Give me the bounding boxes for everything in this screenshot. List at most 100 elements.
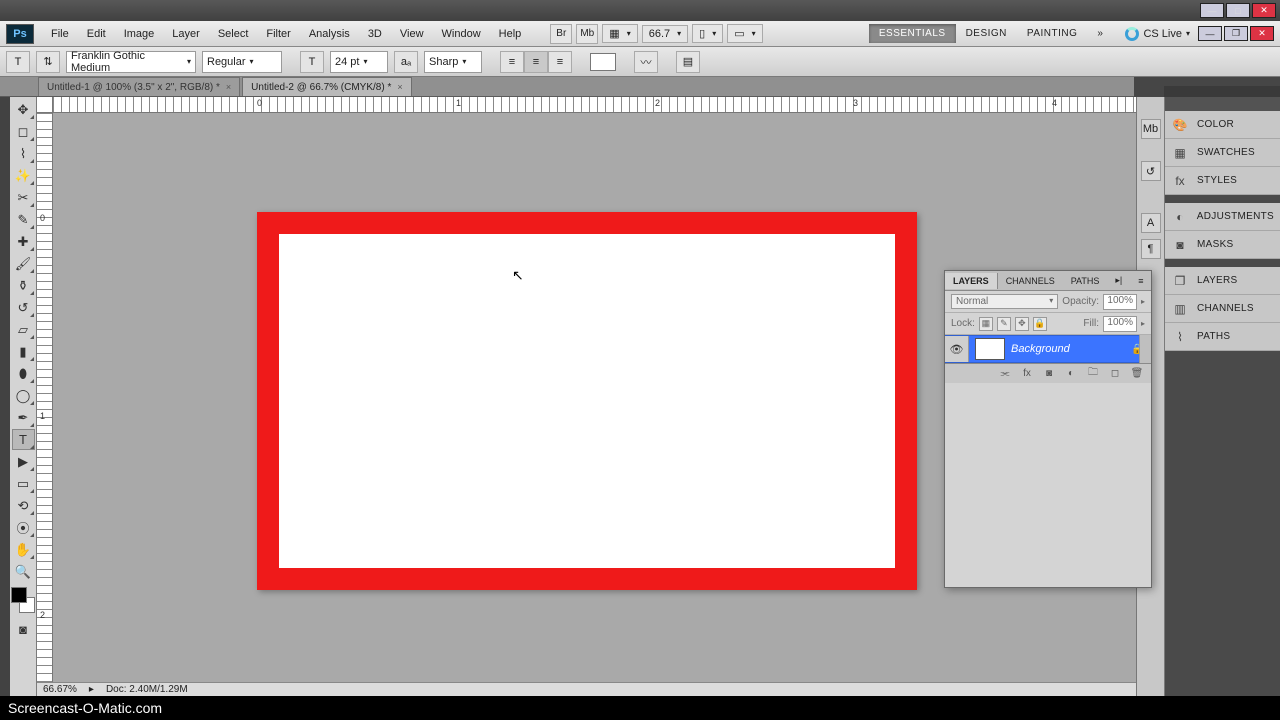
link-layers-icon[interactable]: ⫘: [997, 367, 1013, 381]
tab-paths[interactable]: PATHS: [1063, 273, 1108, 289]
minibridge-chip-icon[interactable]: Mb: [1141, 119, 1161, 139]
close-tab-icon[interactable]: ×: [397, 82, 402, 92]
panel-adjustments[interactable]: ◐ADJUSTMENTS: [1165, 203, 1280, 231]
text-orientation-icon[interactable]: ⇅: [36, 51, 60, 73]
dodge-tool-icon[interactable]: ◯: [12, 385, 35, 406]
document-tab-1[interactable]: Untitled-1 @ 100% (3.5" x 2", RGB/8) *×: [38, 77, 240, 96]
group-icon[interactable]: 🗀: [1085, 367, 1101, 381]
quick-select-tool-icon[interactable]: ✨: [12, 165, 35, 186]
align-right-icon[interactable]: ≡: [548, 51, 572, 73]
workspace-essentials[interactable]: ESSENTIALS: [869, 24, 956, 43]
layer-name[interactable]: Background: [1011, 343, 1131, 355]
lock-position-icon[interactable]: ✥: [1015, 317, 1029, 331]
screen-mode-dropdown[interactable]: ▭: [727, 24, 762, 43]
hand-tool-icon[interactable]: ✋: [12, 539, 35, 560]
visibility-toggle-icon[interactable]: 👁: [945, 336, 969, 362]
menu-filter[interactable]: Filter: [257, 24, 299, 44]
marquee-tool-icon[interactable]: ◻: [12, 121, 35, 142]
menu-help[interactable]: Help: [490, 24, 531, 44]
vertical-ruler[interactable]: 0 1 2: [37, 113, 53, 682]
doc-close-button[interactable]: ✕: [1250, 26, 1274, 41]
paragraph-chip-icon[interactable]: ¶: [1141, 239, 1161, 259]
3d-camera-tool-icon[interactable]: ⦿: [12, 517, 35, 538]
fx-icon[interactable]: fx: [1019, 367, 1035, 381]
collapse-icon[interactable]: ▸|: [1107, 272, 1130, 289]
font-family-dropdown[interactable]: Franklin Gothic Medium: [66, 51, 196, 73]
stamp-tool-icon[interactable]: ⚱: [12, 275, 35, 296]
layers-scrollbar[interactable]: [1139, 335, 1151, 363]
history-chip-icon[interactable]: ↺: [1141, 161, 1161, 181]
lock-all-icon[interactable]: 🔒: [1033, 317, 1047, 331]
menu-window[interactable]: Window: [433, 24, 490, 44]
horizontal-ruler[interactable]: 0 1 2 3 4: [53, 97, 1136, 113]
character-panel-icon[interactable]: ▤: [676, 51, 700, 73]
doc-restore-button[interactable]: ❐: [1224, 26, 1248, 41]
align-center-icon[interactable]: ≡: [524, 51, 548, 73]
fill-field[interactable]: 100%: [1103, 316, 1137, 332]
brush-tool-icon[interactable]: 🖌: [12, 253, 35, 274]
menu-file[interactable]: File: [42, 24, 78, 44]
panel-paths[interactable]: ⌇PATHS: [1165, 323, 1280, 351]
arrange-documents-dropdown[interactable]: ▯: [692, 24, 723, 43]
zoom-tool-icon[interactable]: 🔍: [12, 561, 35, 582]
type-tool-icon[interactable]: T: [12, 429, 35, 450]
align-left-icon[interactable]: ≡: [500, 51, 524, 73]
launch-minibridge-icon[interactable]: Mb: [576, 24, 598, 44]
layer-row[interactable]: 👁 Background 🔒: [945, 335, 1151, 363]
doc-minimize-button[interactable]: —: [1198, 26, 1222, 41]
menu-3d[interactable]: 3D: [359, 24, 391, 44]
move-tool-icon[interactable]: ✥: [12, 99, 35, 120]
window-close-button[interactable]: ✕: [1252, 3, 1276, 18]
panel-channels[interactable]: ▥CHANNELS: [1165, 295, 1280, 323]
blur-tool-icon[interactable]: ⬮: [12, 363, 35, 384]
zoom-level-dropdown[interactable]: 66.7: [642, 25, 688, 43]
menu-select[interactable]: Select: [209, 24, 258, 44]
ruler-corner[interactable]: [37, 97, 53, 113]
menu-view[interactable]: View: [391, 24, 433, 44]
workspace-more-icon[interactable]: »: [1087, 24, 1113, 43]
canvas[interactable]: [257, 212, 917, 590]
document-tab-2[interactable]: Untitled-2 @ 66.7% (CMYK/8) *×: [242, 77, 411, 96]
delete-layer-icon[interactable]: 🗑: [1129, 367, 1145, 381]
eraser-tool-icon[interactable]: ▱: [12, 319, 35, 340]
warp-text-icon[interactable]: 〰: [634, 51, 658, 73]
layer-thumbnail[interactable]: [975, 338, 1005, 360]
dock-grip[interactable]: [1165, 97, 1280, 111]
app-logo-icon[interactable]: Ps: [6, 24, 34, 44]
pen-tool-icon[interactable]: ✒: [12, 407, 35, 428]
lasso-tool-icon[interactable]: ⌇: [12, 143, 35, 164]
panel-menu-icon[interactable]: ≡: [1130, 273, 1151, 289]
foreground-color-swatch[interactable]: [11, 587, 27, 603]
view-extras-dropdown[interactable]: ▦: [602, 24, 637, 43]
gradient-tool-icon[interactable]: ▮: [12, 341, 35, 362]
path-select-tool-icon[interactable]: ▶: [12, 451, 35, 472]
status-docsize[interactable]: Doc: 2.40M/1.29M: [106, 684, 188, 695]
panel-color[interactable]: 🎨COLOR: [1165, 111, 1280, 139]
window-minimize-button[interactable]: —: [1200, 3, 1224, 18]
menu-analysis[interactable]: Analysis: [300, 24, 359, 44]
lock-transparency-icon[interactable]: ▦: [979, 317, 993, 331]
3d-tool-icon[interactable]: ⟲: [12, 495, 35, 516]
menu-layer[interactable]: Layer: [163, 24, 209, 44]
healing-tool-icon[interactable]: ✚: [12, 231, 35, 252]
status-info-icon[interactable]: ▸: [89, 684, 94, 695]
panel-swatches[interactable]: ▦SWATCHES: [1165, 139, 1280, 167]
font-size-dropdown[interactable]: 24 pt: [330, 51, 388, 73]
mask-icon[interactable]: ◙: [1041, 367, 1057, 381]
cs-live-button[interactable]: CS Live▾: [1119, 27, 1196, 41]
fg-bg-color-swatch[interactable]: [11, 587, 35, 613]
antialias-dropdown[interactable]: Sharp: [424, 51, 482, 73]
menu-edit[interactable]: Edit: [78, 24, 115, 44]
close-tab-icon[interactable]: ×: [226, 82, 231, 92]
opacity-field[interactable]: 100%: [1103, 294, 1137, 310]
eyedropper-tool-icon[interactable]: ✎: [12, 209, 35, 230]
panel-styles[interactable]: fxSTYLES: [1165, 167, 1280, 195]
lock-pixels-icon[interactable]: ✎: [997, 317, 1011, 331]
layers-panel[interactable]: LAYERS CHANNELS PATHS ▸| ≡ Normal ▾ Opac…: [944, 270, 1152, 588]
status-zoom[interactable]: 66.67%: [43, 684, 77, 695]
window-maximize-button[interactable]: □: [1226, 3, 1250, 18]
tool-preset-icon[interactable]: T: [6, 51, 30, 73]
workspace-painting[interactable]: PAINTING: [1017, 24, 1087, 43]
panel-layers[interactable]: ❐LAYERS: [1165, 267, 1280, 295]
tab-channels[interactable]: CHANNELS: [998, 273, 1063, 289]
